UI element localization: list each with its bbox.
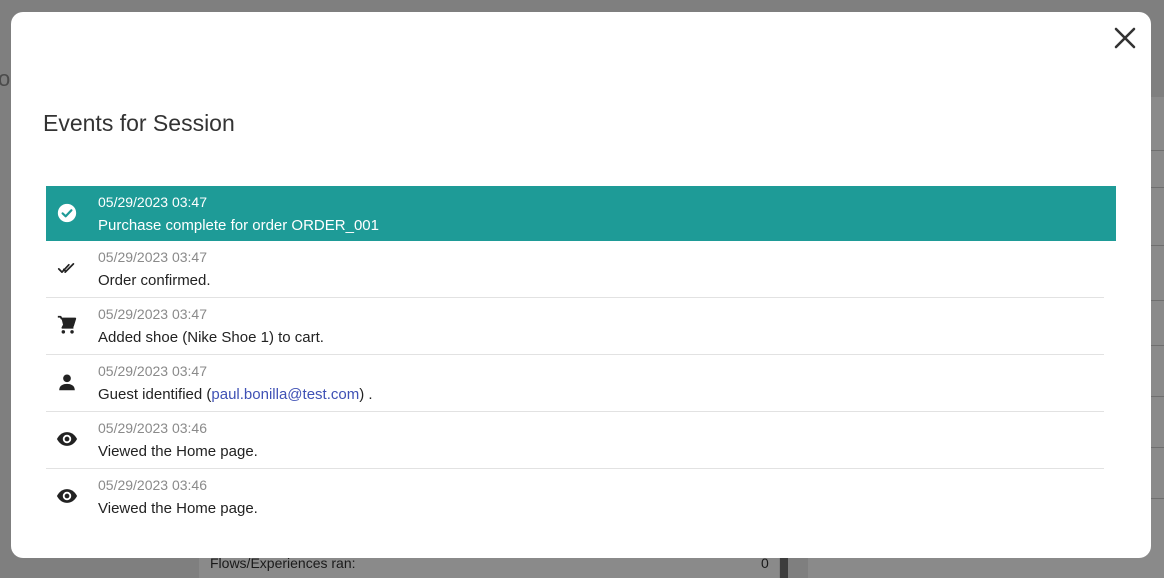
background-divider bbox=[1150, 187, 1164, 188]
events-list: 05/29/2023 03:47 Purchase complete for o… bbox=[46, 186, 1116, 525]
event-item[interactable]: 05/29/2023 03:46 Viewed the Home page. bbox=[46, 412, 1104, 469]
event-timestamp: 05/29/2023 03:47 bbox=[98, 194, 207, 210]
event-item[interactable]: 05/29/2023 03:46 Viewed the Home page. bbox=[46, 469, 1104, 525]
close-icon bbox=[1114, 27, 1136, 49]
background-divider bbox=[1150, 396, 1164, 397]
event-timestamp: 05/29/2023 03:46 bbox=[98, 420, 207, 436]
event-timestamp: 05/29/2023 03:47 bbox=[98, 249, 207, 265]
cart-icon bbox=[57, 315, 77, 334]
background-divider bbox=[1150, 498, 1164, 499]
event-item[interactable]: 05/29/2023 03:47 Order confirmed. bbox=[46, 241, 1104, 298]
person-icon bbox=[59, 374, 75, 391]
background-right-panel bbox=[1150, 97, 1164, 577]
event-message-prefix: Guest identified ( bbox=[98, 386, 212, 403]
event-item[interactable]: 05/29/2023 03:47 Purchase complete for o… bbox=[46, 186, 1116, 241]
event-message-suffix: ) . bbox=[359, 386, 373, 403]
background-divider bbox=[1150, 150, 1164, 151]
background-divider bbox=[1150, 300, 1164, 301]
double-check-icon bbox=[57, 263, 75, 273]
background-divider bbox=[1150, 245, 1164, 246]
eye-icon bbox=[56, 432, 78, 446]
event-item[interactable]: 05/29/2023 03:47 Added shoe (Nike Shoe 1… bbox=[46, 298, 1104, 355]
event-message: Viewed the Home page. bbox=[98, 443, 258, 460]
event-message: Purchase complete for order ORDER_001 bbox=[98, 217, 379, 234]
event-message: Viewed the Home page. bbox=[98, 500, 258, 517]
events-modal: Events for Session 05/29/2023 03:47 Purc… bbox=[11, 12, 1151, 558]
event-item[interactable]: 05/29/2023 03:47 Guest identified (paul.… bbox=[46, 355, 1104, 412]
check-circle-icon bbox=[57, 203, 77, 223]
background-divider bbox=[1150, 345, 1164, 346]
event-message: Guest identified (paul.bonilla@test.com)… bbox=[98, 386, 373, 403]
event-message: Added shoe (Nike Shoe 1) to cart. bbox=[98, 329, 324, 346]
event-timestamp: 05/29/2023 03:47 bbox=[98, 363, 207, 379]
close-button[interactable] bbox=[1113, 26, 1137, 50]
event-timestamp: 05/29/2023 03:46 bbox=[98, 477, 207, 493]
guest-email-link[interactable]: paul.bonilla@test.com bbox=[211, 386, 359, 403]
modal-title: Events for Session bbox=[43, 110, 235, 136]
event-message: Order confirmed. bbox=[98, 272, 211, 289]
event-timestamp: 05/29/2023 03:47 bbox=[98, 306, 207, 322]
eye-icon bbox=[56, 489, 78, 503]
background-divider bbox=[1150, 447, 1164, 448]
background-heading-fragment: o bbox=[0, 66, 11, 91]
